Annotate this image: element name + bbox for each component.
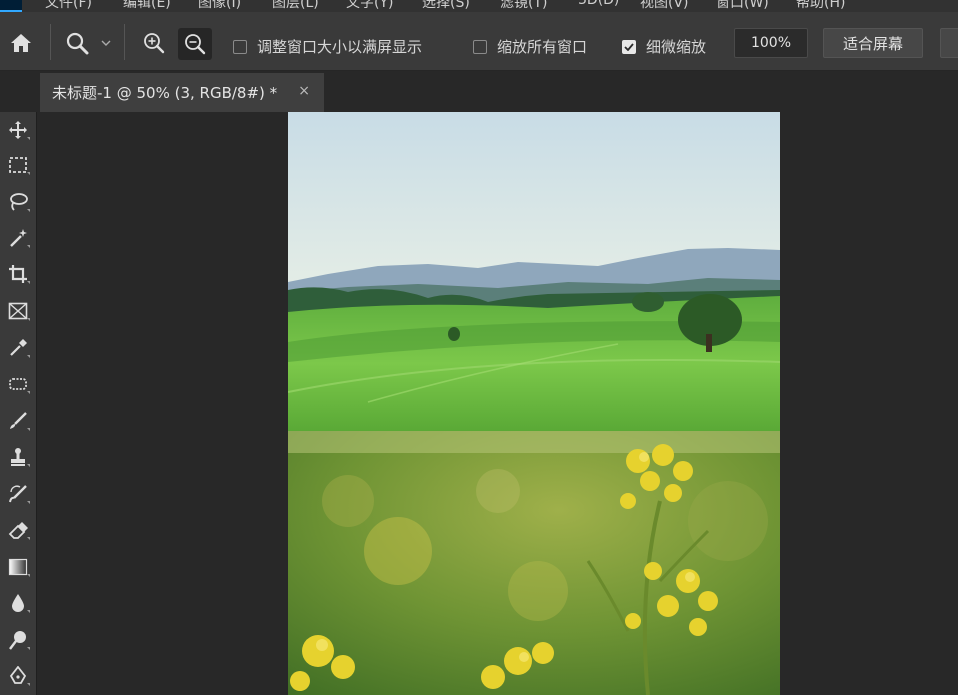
eyedropper-tool-icon bbox=[10, 339, 27, 356]
pen-tool[interactable] bbox=[0, 658, 36, 694]
canvas-area[interactable] bbox=[37, 112, 958, 695]
scrubby-zoom-checkbox[interactable]: 细微缩放 bbox=[622, 36, 706, 57]
magic-wand-tool-icon bbox=[10, 229, 27, 247]
document-tab[interactable]: 未标题-1 @ 50% (3, RGB/8#) * × bbox=[40, 73, 324, 112]
spot-healing-tool-icon bbox=[9, 378, 27, 390]
resize-windows-label: 调整窗口大小以满屏显示 bbox=[257, 38, 423, 56]
rapeseed-flowers-photo-layer bbox=[288, 431, 780, 695]
gradient-tool-icon bbox=[8, 558, 28, 576]
dodge-tool[interactable] bbox=[0, 622, 36, 658]
history-brush-tool-icon bbox=[9, 485, 27, 503]
spot-healing-tool[interactable] bbox=[0, 366, 36, 402]
pen-tool-icon bbox=[9, 666, 27, 684]
zoom-in-icon bbox=[144, 33, 165, 54]
blur-tool[interactable] bbox=[0, 585, 36, 621]
zoom-tool-preset[interactable] bbox=[62, 28, 92, 58]
menu-type[interactable]: 文字(Y) bbox=[346, 0, 393, 12]
menu-window[interactable]: 窗口(W) bbox=[716, 0, 769, 12]
dodge-tool-icon bbox=[9, 631, 26, 650]
eraser-tool[interactable] bbox=[0, 512, 36, 548]
marquee-tool[interactable] bbox=[0, 147, 36, 183]
close-icon[interactable]: × bbox=[298, 83, 310, 99]
lasso-tool[interactable] bbox=[0, 184, 36, 220]
zoom-all-windows-label: 缩放所有窗口 bbox=[497, 38, 588, 56]
fit-screen-button[interactable]: 适合屏幕 bbox=[823, 28, 923, 58]
menu-help[interactable]: 帮助(H) bbox=[796, 0, 845, 12]
menu-select[interactable]: 选择(S) bbox=[422, 0, 470, 12]
frame-tool[interactable] bbox=[0, 293, 36, 329]
checkbox-unchecked-icon bbox=[473, 39, 487, 54]
resize-windows-checkbox[interactable]: 调整窗口大小以满屏显示 bbox=[233, 36, 422, 57]
home-icon bbox=[11, 34, 31, 52]
eraser-tool-icon bbox=[8, 522, 28, 539]
options-separator bbox=[124, 24, 125, 60]
menu-3d[interactable]: 3D(D) bbox=[578, 0, 619, 8]
brush-tool-icon bbox=[10, 412, 27, 429]
zoom-in-button[interactable] bbox=[138, 28, 170, 58]
magic-wand-tool[interactable] bbox=[0, 220, 36, 256]
clone-stamp-tool-icon bbox=[11, 448, 25, 466]
menu-layer[interactable]: 图层(L) bbox=[272, 0, 319, 12]
zoom-out-icon bbox=[185, 34, 206, 55]
menu-image[interactable]: 图像(I) bbox=[198, 0, 241, 12]
document-tab-title: 未标题-1 @ 50% (3, RGB/8#) * bbox=[52, 84, 278, 102]
document-canvas[interactable] bbox=[288, 112, 780, 695]
menu-filter[interactable]: 滤镜(T) bbox=[500, 0, 547, 12]
history-brush-tool[interactable] bbox=[0, 476, 36, 512]
frame-tool-icon bbox=[8, 302, 28, 320]
checkbox-checked-icon bbox=[622, 39, 636, 54]
home-button[interactable] bbox=[5, 28, 37, 58]
menu-view[interactable]: 视图(V) bbox=[640, 0, 689, 12]
fill-screen-button[interactable] bbox=[940, 28, 958, 58]
blur-tool-icon bbox=[12, 594, 24, 612]
move-tool[interactable] bbox=[0, 112, 36, 148]
menu-file[interactable]: 文件(F) bbox=[45, 0, 92, 12]
marquee-tool-icon bbox=[9, 157, 27, 173]
tool-preset-dropdown[interactable] bbox=[96, 34, 116, 52]
zoom-percentage-button[interactable]: 100% bbox=[734, 28, 808, 58]
tools-panel bbox=[0, 112, 37, 695]
zoom-icon bbox=[66, 32, 89, 55]
checkbox-unchecked-icon bbox=[233, 39, 247, 54]
lasso-tool-icon bbox=[10, 193, 28, 211]
gradient-tool[interactable] bbox=[0, 549, 36, 585]
photoshop-logo-icon bbox=[0, 0, 22, 12]
zoom-all-windows-checkbox[interactable]: 缩放所有窗口 bbox=[473, 36, 587, 57]
landscape-photo-layer bbox=[288, 112, 780, 431]
options-separator bbox=[50, 24, 51, 60]
options-bar: 调整窗口大小以满屏显示 缩放所有窗口 细微缩放 100% 适合屏幕 bbox=[0, 12, 958, 71]
menu-bar: 文件(F) 编辑(E) 图像(I) 图层(L) 文字(Y) 选择(S) 滤镜(T… bbox=[0, 0, 958, 12]
chevron-down-icon bbox=[101, 40, 111, 46]
menu-edit[interactable]: 编辑(E) bbox=[123, 0, 171, 12]
scrubby-zoom-label: 细微缩放 bbox=[646, 38, 707, 56]
brush-tool[interactable] bbox=[0, 403, 36, 439]
crop-tool-icon bbox=[9, 265, 27, 283]
document-tab-bar: 未标题-1 @ 50% (3, RGB/8#) * × bbox=[0, 71, 958, 112]
clone-stamp-tool[interactable] bbox=[0, 439, 36, 475]
zoom-out-button[interactable] bbox=[178, 28, 212, 60]
crop-tool[interactable] bbox=[0, 256, 36, 292]
eyedropper-tool[interactable] bbox=[0, 330, 36, 366]
move-tool-icon bbox=[9, 121, 27, 139]
